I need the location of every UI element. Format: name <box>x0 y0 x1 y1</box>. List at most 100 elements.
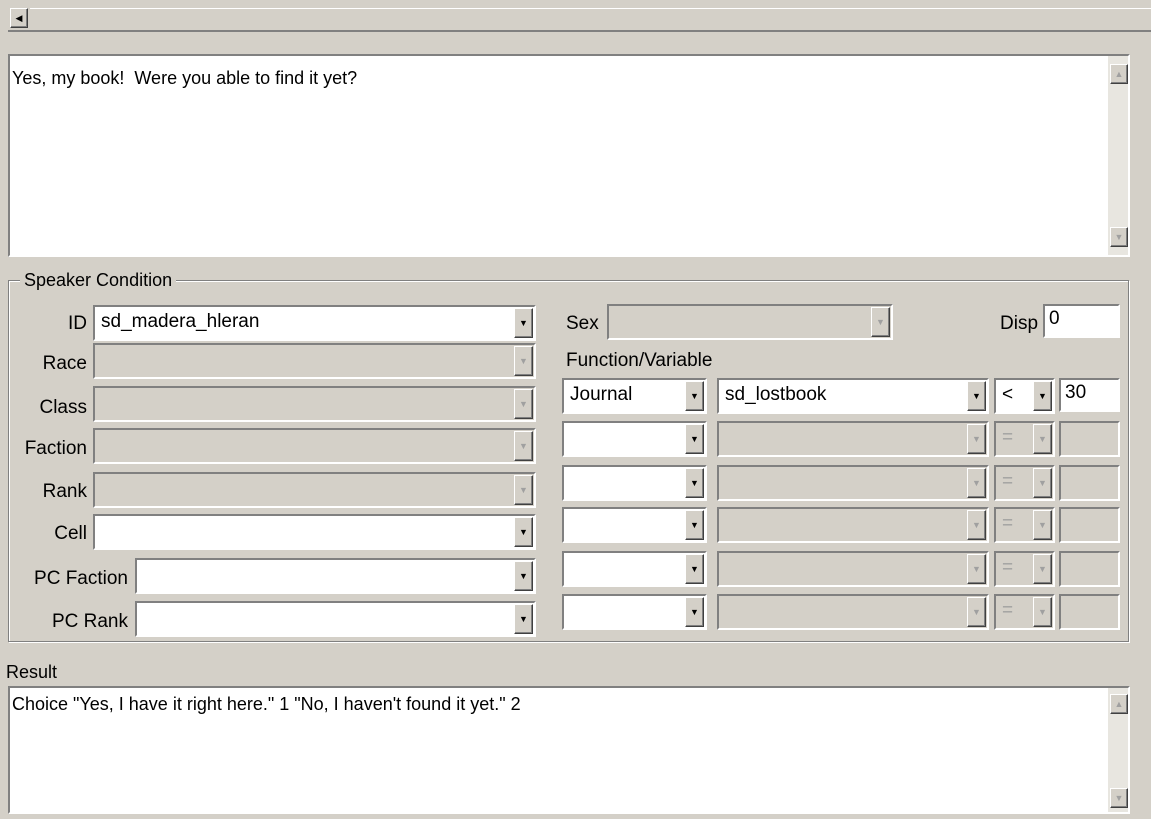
dropdown-arrow-icon[interactable]: ▼ <box>514 431 533 461</box>
result-text-area[interactable]: Choice "Yes, I have it right here." 1 "N… <box>8 686 1130 814</box>
id-combobox[interactable]: sd_madera_hleran ▼ <box>93 305 536 341</box>
dropdown-arrow-icon[interactable]: ▼ <box>514 475 533 505</box>
dropdown-arrow-icon[interactable]: ▼ <box>685 424 704 454</box>
dialogue-text: Yes, my book! Were you able to find it y… <box>12 68 358 88</box>
variable-combobox[interactable]: ▼ <box>717 465 989 501</box>
race-label: Race <box>42 353 87 374</box>
dropdown-arrow-icon[interactable]: ▼ <box>1033 424 1052 454</box>
operator-value: = <box>1002 600 1014 621</box>
dropdown-arrow-icon[interactable]: ▼ <box>685 597 704 627</box>
sex-combobox[interactable]: ▼ <box>607 304 893 340</box>
scroll-down-arrow-icon[interactable]: ▼ <box>1110 788 1128 808</box>
value-text: 30 <box>1065 382 1087 403</box>
scroll-track[interactable] <box>30 8 1151 28</box>
operator-combobox[interactable]: = ▼ <box>994 594 1055 630</box>
variable-combobox[interactable]: sd_lostbook ▼ <box>717 378 989 414</box>
operator-value: < <box>1002 384 1014 405</box>
race-combobox[interactable]: ▼ <box>93 343 536 379</box>
function-combobox[interactable]: ▼ <box>562 507 707 543</box>
value-input[interactable]: 30 <box>1059 378 1120 412</box>
cell-combobox[interactable]: ▼ <box>93 514 536 550</box>
dropdown-arrow-icon[interactable]: ▼ <box>514 346 533 376</box>
dropdown-arrow-icon[interactable]: ▼ <box>1033 468 1052 498</box>
scroll-left-arrow-icon[interactable]: ◀ <box>10 8 28 28</box>
scroll-up-arrow-icon[interactable]: ▲ <box>1110 64 1128 84</box>
dropdown-arrow-icon[interactable]: ▼ <box>1033 554 1052 584</box>
faction-combobox[interactable]: ▼ <box>93 428 536 464</box>
dropdown-arrow-icon[interactable]: ▼ <box>1033 510 1052 540</box>
result-vertical-scrollbar[interactable]: ▲ ▼ <box>1108 688 1128 812</box>
function-value <box>566 598 685 626</box>
function-combobox[interactable]: ▼ <box>562 421 707 457</box>
variable-combobox[interactable]: ▼ <box>717 594 989 630</box>
speaker-condition-title: Speaker Condition <box>20 270 177 291</box>
class-label: Class <box>39 397 87 418</box>
dropdown-arrow-icon[interactable]: ▼ <box>514 604 533 634</box>
operator-value: = <box>1002 557 1014 578</box>
dropdown-arrow-icon[interactable]: ▼ <box>1033 597 1052 627</box>
function-combobox[interactable]: ▼ <box>562 594 707 630</box>
function-combobox[interactable]: Journal ▼ <box>562 378 707 414</box>
operator-value: = <box>1002 471 1014 492</box>
dropdown-arrow-icon[interactable]: ▼ <box>514 517 533 547</box>
function-value <box>566 511 685 539</box>
operator-value: = <box>1002 513 1014 534</box>
dropdown-arrow-icon[interactable]: ▼ <box>967 381 986 411</box>
dropdown-arrow-icon[interactable]: ▼ <box>967 468 986 498</box>
dropdown-arrow-icon[interactable]: ▼ <box>685 468 704 498</box>
operator-combobox[interactable]: = ▼ <box>994 507 1055 543</box>
operator-combobox[interactable]: = ▼ <box>994 421 1055 457</box>
value-input[interactable] <box>1059 421 1120 457</box>
dropdown-arrow-icon[interactable]: ▼ <box>514 389 533 419</box>
dropdown-arrow-icon[interactable]: ▼ <box>967 510 986 540</box>
function-value: Journal <box>570 384 633 405</box>
dialogue-text-area[interactable]: Yes, my book! Were you able to find it y… <box>8 54 1130 257</box>
scroll-down-arrow-icon[interactable]: ▼ <box>1110 227 1128 247</box>
scroll-up-arrow-icon[interactable]: ▲ <box>1110 694 1128 714</box>
dropdown-arrow-icon[interactable]: ▼ <box>514 561 533 591</box>
rank-label: Rank <box>42 481 87 502</box>
dropdown-arrow-icon[interactable]: ▼ <box>967 424 986 454</box>
top-horizontal-scrollbar[interactable]: ◀ <box>8 0 1151 32</box>
disp-label: Disp <box>1000 313 1039 334</box>
function-combobox[interactable]: ▼ <box>562 465 707 501</box>
value-text <box>1061 467 1118 471</box>
dropdown-arrow-icon[interactable]: ▼ <box>967 597 986 627</box>
value-text <box>1061 596 1118 600</box>
dropdown-arrow-icon[interactable]: ▼ <box>685 554 704 584</box>
dropdown-arrow-icon[interactable]: ▼ <box>685 381 704 411</box>
function-variable-label: Function/Variable <box>566 350 713 371</box>
value-text <box>1061 423 1118 427</box>
function-combobox[interactable]: ▼ <box>562 551 707 587</box>
variable-combobox[interactable]: ▼ <box>717 507 989 543</box>
value-text <box>1061 553 1118 557</box>
dropdown-arrow-icon[interactable]: ▼ <box>871 307 890 337</box>
dropdown-arrow-icon[interactable]: ▼ <box>1033 381 1052 411</box>
value-input[interactable] <box>1059 465 1120 501</box>
function-value <box>566 425 685 453</box>
rank-combobox[interactable]: ▼ <box>93 472 536 508</box>
dialogue-vertical-scrollbar[interactable]: ▲ ▼ <box>1108 56 1128 255</box>
operator-value: = <box>1002 427 1014 448</box>
result-text: Choice "Yes, I have it right here." 1 "N… <box>12 694 521 714</box>
pc-rank-combobox[interactable]: ▼ <box>135 601 536 637</box>
value-text <box>1061 509 1118 513</box>
operator-combobox[interactable]: = ▼ <box>994 465 1055 501</box>
pc-faction-combobox[interactable]: ▼ <box>135 558 536 594</box>
result-label: Result <box>6 662 58 682</box>
value-input[interactable] <box>1059 507 1120 543</box>
value-input[interactable] <box>1059 551 1120 587</box>
faction-label: Faction <box>24 438 87 459</box>
variable-combobox[interactable]: ▼ <box>717 551 989 587</box>
pc-rank-label: PC Rank <box>51 611 128 632</box>
operator-combobox[interactable]: < ▼ <box>994 378 1055 414</box>
disp-input[interactable]: 0 <box>1043 304 1120 338</box>
operator-combobox[interactable]: = ▼ <box>994 551 1055 587</box>
dropdown-arrow-icon[interactable]: ▼ <box>967 554 986 584</box>
class-combobox[interactable]: ▼ <box>93 386 536 422</box>
sex-label: Sex <box>566 313 599 334</box>
dropdown-arrow-icon[interactable]: ▼ <box>685 510 704 540</box>
value-input[interactable] <box>1059 594 1120 630</box>
variable-combobox[interactable]: ▼ <box>717 421 989 457</box>
dropdown-arrow-icon[interactable]: ▼ <box>514 308 533 338</box>
